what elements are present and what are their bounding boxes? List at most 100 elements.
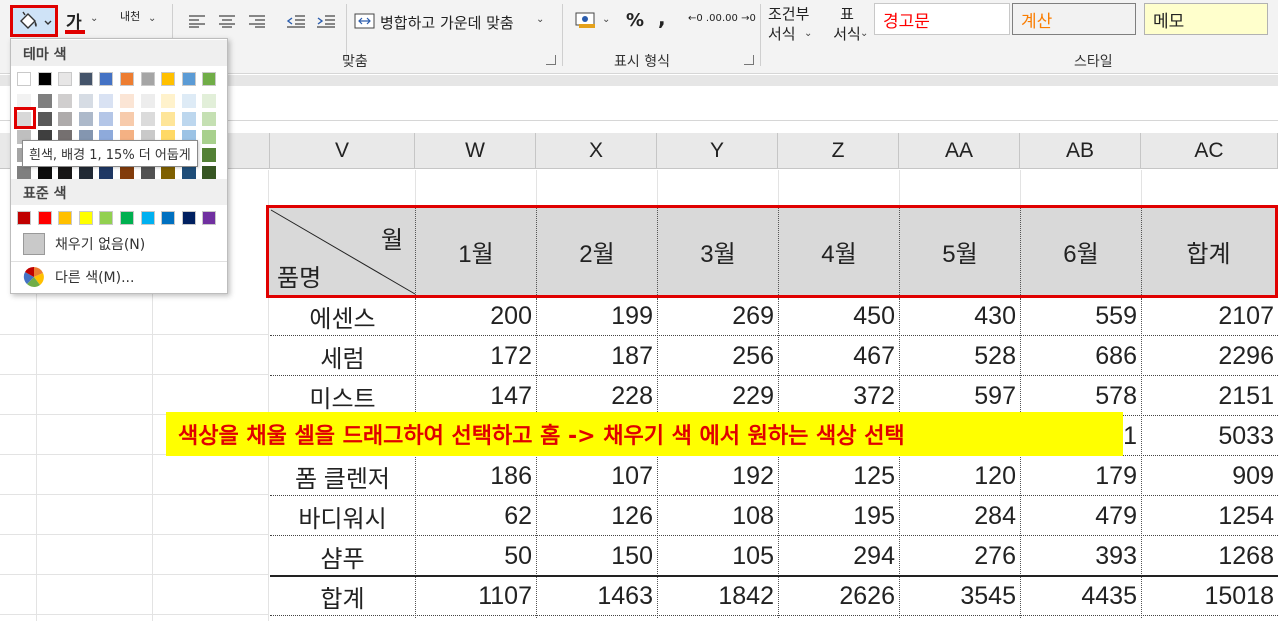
color-swatch[interactable]	[161, 112, 176, 126]
table-cell[interactable]: 393	[1020, 536, 1141, 576]
color-swatch[interactable]	[161, 166, 176, 180]
table-cell[interactable]: 150	[536, 536, 657, 576]
color-swatch[interactable]	[140, 211, 155, 225]
table-cell[interactable]: 125	[778, 456, 899, 496]
color-swatch[interactable]	[202, 130, 217, 144]
row-label[interactable]: 합계	[270, 576, 415, 616]
header-mar[interactable]: 3월	[657, 205, 778, 297]
color-swatch[interactable]	[37, 211, 52, 225]
no-fill-option[interactable]: 채우기 없음(N)	[11, 229, 227, 259]
table-cell[interactable]: 15018	[1141, 576, 1278, 616]
table-cell[interactable]: 229	[657, 376, 778, 416]
table-cell[interactable]: 256	[657, 336, 778, 376]
table-cell[interactable]: 3545	[899, 576, 1020, 616]
color-swatch[interactable]	[78, 72, 93, 86]
table-cell[interactable]: 172	[415, 336, 536, 376]
color-swatch[interactable]	[140, 112, 155, 126]
comma-style-button[interactable]: ,	[658, 6, 666, 30]
table-cell[interactable]: 528	[899, 336, 1020, 376]
color-swatch[interactable]	[202, 112, 217, 126]
color-swatch[interactable]	[37, 166, 52, 180]
table-cell[interactable]: 1268	[1141, 536, 1278, 576]
percent-style-button[interactable]: %	[626, 10, 644, 31]
color-swatch[interactable]	[120, 72, 134, 86]
color-swatch[interactable]	[120, 166, 134, 180]
header-jan[interactable]: 1월	[415, 205, 536, 297]
merge-center-button[interactable]: 병합하고 가운데 맞춤 ⌄	[352, 8, 552, 34]
table-cell[interactable]: 269	[657, 296, 778, 336]
column-header-z[interactable]: Z	[778, 133, 899, 169]
color-swatch[interactable]	[78, 112, 93, 126]
color-swatch[interactable]	[140, 94, 155, 108]
decrease-decimal-button[interactable]: .00 →0	[722, 13, 756, 24]
color-swatch[interactable]	[78, 211, 93, 225]
column-header-y[interactable]: Y	[657, 133, 778, 169]
color-swatch[interactable]	[202, 148, 217, 162]
color-swatch[interactable]	[58, 94, 73, 108]
color-swatch[interactable]	[99, 211, 114, 225]
table-cell[interactable]: 686	[1020, 336, 1141, 376]
table-cell[interactable]: 192	[657, 456, 778, 496]
header-apr[interactable]: 4월	[778, 205, 899, 297]
color-swatch[interactable]	[58, 166, 73, 180]
style-calculation[interactable]: 계산	[1012, 3, 1136, 35]
color-swatch[interactable]	[58, 72, 73, 86]
header-jun[interactable]: 6월	[1020, 205, 1141, 297]
table-cell[interactable]: 1107	[415, 576, 536, 616]
table-cell[interactable]: 62	[415, 496, 536, 536]
color-swatch[interactable]	[202, 166, 217, 180]
align-right-icon[interactable]	[246, 10, 268, 32]
table-cell[interactable]: 578	[1020, 376, 1141, 416]
color-swatch[interactable]	[181, 211, 196, 225]
color-swatch[interactable]	[120, 94, 134, 108]
color-swatch[interactable]	[37, 112, 52, 126]
align-left-icon[interactable]	[186, 10, 208, 32]
color-swatch[interactable]	[17, 211, 31, 225]
table-cell[interactable]: 2296	[1141, 336, 1278, 376]
more-colors-option[interactable]: 다른 색(M)...	[11, 262, 227, 292]
color-swatch[interactable]	[202, 211, 217, 225]
table-cell[interactable]: 4435	[1020, 576, 1141, 616]
color-swatch[interactable]	[181, 112, 196, 126]
row-label[interactable]: 미스트	[270, 376, 415, 416]
table-cell[interactable]: 467	[778, 336, 899, 376]
column-header-v[interactable]: V	[270, 133, 415, 169]
decrease-indent-icon[interactable]	[284, 10, 308, 32]
color-swatch[interactable]	[17, 72, 31, 86]
fill-color-button[interactable]	[10, 5, 58, 37]
color-swatch[interactable]	[161, 72, 176, 86]
table-cell[interactable]: 284	[899, 496, 1020, 536]
header-feb[interactable]: 2월	[536, 205, 657, 297]
row-label[interactable]: 세럼	[270, 336, 415, 376]
table-cell[interactable]: 909	[1141, 456, 1278, 496]
increase-indent-icon[interactable]	[314, 10, 338, 32]
row-label[interactable]: 에센스	[270, 296, 415, 336]
table-cell[interactable]: 187	[536, 336, 657, 376]
table-cell[interactable]: 2626	[778, 576, 899, 616]
column-header-aa[interactable]: AA	[899, 133, 1020, 169]
table-cell[interactable]: 195	[778, 496, 899, 536]
color-swatch[interactable]	[17, 166, 31, 180]
color-swatch[interactable]	[99, 112, 114, 126]
table-cell[interactable]: 372	[778, 376, 899, 416]
header-may[interactable]: 5월	[899, 205, 1020, 297]
color-swatch[interactable]	[78, 166, 93, 180]
table-cell[interactable]: 105	[657, 536, 778, 576]
accounting-format-button[interactable]: ⌄	[574, 8, 614, 34]
table-cell[interactable]: 1463	[536, 576, 657, 616]
table-cell[interactable]: 199	[536, 296, 657, 336]
color-swatch[interactable]	[202, 94, 217, 108]
column-header-w[interactable]: W	[415, 133, 536, 169]
table-format-button[interactable]: 표 서식	[822, 4, 872, 48]
increase-decimal-button[interactable]: ←0 .00	[688, 13, 722, 24]
table-cell[interactable]: 559	[1020, 296, 1141, 336]
phonetic-button[interactable]: 내천 ⌄	[118, 6, 160, 36]
style-warning-text[interactable]: 경고문	[874, 3, 1010, 35]
color-swatch[interactable]	[37, 94, 52, 108]
color-swatch[interactable]	[140, 166, 155, 180]
row-label[interactable]: 폼 클렌저	[270, 456, 415, 496]
color-swatch[interactable]	[37, 72, 52, 86]
color-swatch[interactable]	[99, 94, 114, 108]
row-label[interactable]: 샴푸	[270, 536, 415, 576]
font-color-button[interactable]: 가 ⌄	[62, 6, 104, 36]
